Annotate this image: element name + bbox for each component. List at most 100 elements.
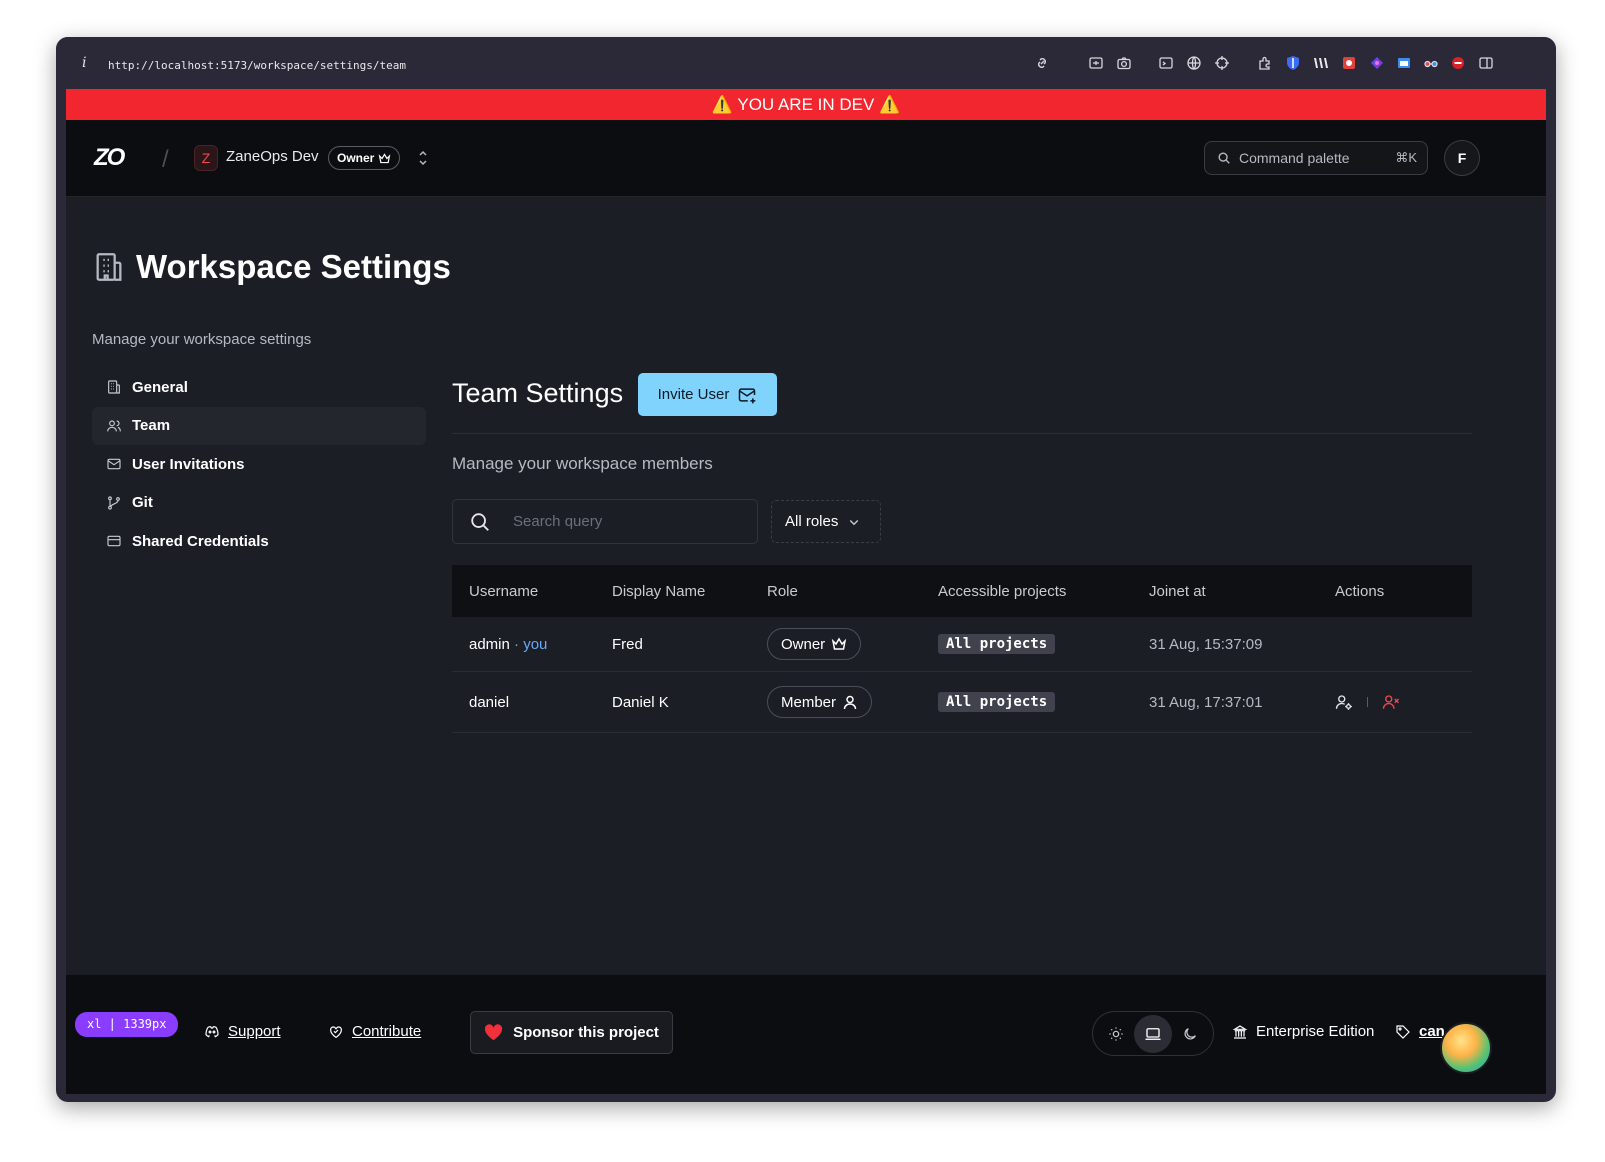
inbox-icon[interactable] <box>1088 55 1104 71</box>
search-placeholder: Search query <box>513 513 603 530</box>
sidebar-item-label: Git <box>132 494 153 512</box>
table-row: daniel Daniel K Member All projects 31 A… <box>452 672 1472 733</box>
camera-icon[interactable] <box>1116 55 1132 71</box>
member-search-input[interactable]: Search query <box>452 499 758 544</box>
projects-cell: All projects <box>938 634 1149 654</box>
terminal-icon[interactable] <box>1158 55 1174 71</box>
role-cell: Member <box>767 686 938 718</box>
action-divider <box>1367 697 1368 707</box>
tag-icon <box>1396 1024 1410 1039</box>
search-icon <box>1218 152 1230 164</box>
command-palette-button[interactable]: Command palette ⌘K <box>1204 141 1428 175</box>
workspace-role-badge: Owner <box>328 146 401 170</box>
remove-user-icon[interactable] <box>1382 693 1400 711</box>
stop-icon[interactable] <box>1450 55 1466 71</box>
browser-window: i http://localhost:5173/workspace/settin… <box>56 37 1556 1102</box>
contribute-link[interactable]: Contribute <box>328 1023 421 1040</box>
sidebar-item-label: Shared Credentials <box>132 532 269 550</box>
theme-system-button[interactable] <box>1134 1014 1172 1053</box>
app-footer: xl | 1339px Support Contribute Sponsor t… <box>66 975 1546 1094</box>
breakpoint-indicator: xl | 1339px <box>75 1012 179 1037</box>
invite-user-button[interactable]: Invite User <box>638 373 777 416</box>
sidebar-item-git[interactable]: Git <box>92 484 426 522</box>
workspace-role-label: Owner <box>337 151 375 165</box>
handshake-heart-icon <box>330 1025 342 1038</box>
zaneops-logo[interactable]: ZO <box>94 144 125 172</box>
credit-card-icon <box>107 536 121 547</box>
address-bar[interactable]: http://localhost:5173/workspace/settings… <box>108 59 406 72</box>
crown-icon <box>379 152 391 163</box>
devtools-floating-button[interactable] <box>1440 1022 1492 1074</box>
users-icon <box>107 420 121 431</box>
info-icon[interactable]: i <box>82 55 86 71</box>
extension-puzzle-icon[interactable] <box>1257 55 1273 71</box>
sidebar-item-label: User Invitations <box>132 455 245 473</box>
column-header: Display Name <box>612 582 706 600</box>
git-branch-icon <box>108 496 120 510</box>
theme-light-button[interactable] <box>1097 1015 1134 1053</box>
search-icon <box>471 512 489 531</box>
roles-filter-value: All roles <box>785 513 839 530</box>
column-header: Actions <box>1335 582 1385 600</box>
breadcrumb-separator: / <box>162 146 169 173</box>
theme-dark-button[interactable] <box>1172 1015 1209 1053</box>
workspace-name[interactable]: ZaneOps Dev <box>226 148 319 165</box>
support-link[interactable]: Support <box>204 1023 281 1040</box>
crosshair-icon[interactable] <box>1214 55 1230 71</box>
role-label: Member <box>781 693 837 711</box>
page-subtitle: Manage your workspace settings <box>92 331 312 348</box>
roles-filter-select[interactable]: All roles <box>771 500 881 543</box>
joined-date: 31 Aug, 15:37:09 <box>1149 635 1263 653</box>
command-palette-shortcut: ⌘K <box>1395 150 1417 165</box>
actions-cell <box>1335 693 1472 711</box>
projects-cell: All projects <box>938 692 1149 712</box>
edit-user-role-icon[interactable] <box>1335 693 1353 711</box>
user-icon <box>843 695 857 710</box>
mail-icon <box>107 458 121 470</box>
sidebar-item-label: General <box>132 378 188 396</box>
sun-icon <box>1108 1026 1123 1041</box>
version-link[interactable]: can <box>1395 1023 1445 1040</box>
sidebar-item-shared-credentials[interactable]: Shared Credentials <box>92 522 426 560</box>
display-name: Fred <box>612 635 643 653</box>
members-table: Username Display Name Role Accessible pr… <box>452 565 1472 733</box>
globe-icon[interactable] <box>1186 55 1202 71</box>
column-header: Joinet at <box>1149 582 1206 600</box>
sidebar-toggle-icon[interactable] <box>1478 55 1494 71</box>
section-title: Team Settings <box>452 378 624 408</box>
building-icon <box>108 380 120 394</box>
joined-date: 31 Aug, 17:37:01 <box>1149 693 1263 711</box>
window-icon[interactable] <box>1396 55 1412 71</box>
chevrons-up-down-icon[interactable] <box>416 149 430 167</box>
sponsor-button[interactable]: Sponsor this project <box>470 1011 673 1054</box>
shield-icon[interactable] <box>1285 55 1301 71</box>
browser-toolbar: i http://localhost:5173/workspace/settin… <box>56 37 1556 89</box>
edition-label: Enterprise Edition <box>1256 1023 1375 1040</box>
role-badge: Owner <box>767 628 862 660</box>
support-label: Support <box>228 1023 281 1040</box>
role-label: Owner <box>781 635 826 653</box>
landmark-icon <box>1232 1024 1248 1039</box>
section-description: Manage your workspace members <box>452 454 713 473</box>
projects-badge: All projects <box>938 634 1056 654</box>
sidebar-item-team[interactable]: Team <box>92 406 426 445</box>
link-icon[interactable] <box>1034 55 1050 71</box>
role-badge: Member <box>767 686 873 718</box>
settings-sidebar: General Team User Invitations Git Shared… <box>92 368 426 561</box>
username: admin <box>469 635 510 653</box>
column-header: Accessible projects <box>938 582 1067 600</box>
sidebar-item-general[interactable]: General <box>92 368 426 406</box>
contribute-label: Contribute <box>352 1023 422 1040</box>
column-header: Username <box>469 582 539 600</box>
glasses-icon[interactable] <box>1423 55 1439 71</box>
wappalyzer-icon[interactable] <box>1313 55 1329 71</box>
page-header: Workspace Settings <box>92 248 451 286</box>
react-devtools-icon[interactable] <box>1369 55 1385 71</box>
command-palette-label: Command palette <box>1239 150 1350 166</box>
discord-icon <box>205 1025 219 1037</box>
user-avatar[interactable]: F <box>1444 140 1480 176</box>
bug-icon[interactable] <box>1341 55 1357 71</box>
sidebar-item-user-invitations[interactable]: User Invitations <box>92 445 426 483</box>
sponsor-label: Sponsor this project <box>513 1024 659 1041</box>
column-header: Role <box>767 582 798 600</box>
